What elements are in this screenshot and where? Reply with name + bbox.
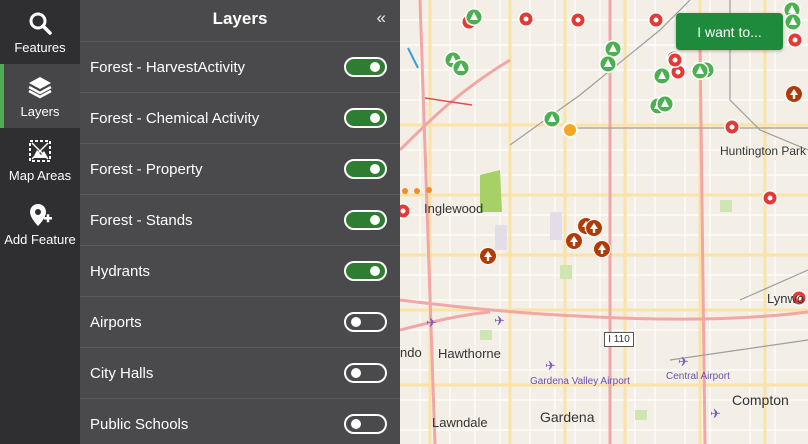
layer-visibility-toggle[interactable] [344, 108, 387, 128]
rail-label-layers: Layers [20, 103, 60, 119]
toggle-knob [370, 62, 380, 72]
layer-visibility-toggle[interactable] [344, 210, 387, 230]
hydrant-marker[interactable] [762, 190, 778, 206]
hydrant-marker[interactable] [518, 11, 534, 27]
layer-label: Forest - Property [90, 160, 203, 178]
toggle-knob [370, 113, 380, 123]
place-label-ndo: ndo [400, 345, 422, 360]
layer-visibility-toggle[interactable] [344, 57, 387, 77]
toggle-knob [370, 164, 380, 174]
toggle-knob [351, 368, 361, 378]
layer-label: City Halls [90, 364, 154, 382]
place-label-huntington-park: Huntington Park [720, 144, 807, 158]
airport-label-gardena-valley: Gardena Valley Airport [530, 376, 630, 387]
add-location-icon [30, 203, 52, 226]
property-marker[interactable] [785, 85, 803, 103]
layer-row: Airports [80, 296, 400, 347]
layer-row: Public Schools [80, 398, 400, 444]
rail-item-add-feature[interactable]: Add Feature [0, 192, 80, 256]
place-label-hawthorne: Hawthorne [438, 346, 501, 361]
panel-title: Layers [212, 9, 268, 28]
rail-label-map-areas: Map Areas [8, 167, 72, 183]
layer-visibility-toggle[interactable] [344, 261, 387, 281]
layer-visibility-toggle[interactable] [344, 363, 387, 383]
hydrant-marker[interactable] [724, 119, 740, 135]
hydrant-marker[interactable] [787, 32, 803, 48]
layer-label: Forest - Chemical Activity [90, 109, 260, 127]
map-view[interactable]: ✈ ✈ ✈ ✈ ✈ Inglewood ndo Hawthorne Lawndale… [400, 0, 808, 444]
forest-stand-marker[interactable] [543, 110, 561, 128]
rail-item-layers[interactable]: Layers [0, 64, 80, 128]
layer-row: Hydrants [80, 245, 400, 296]
toggle-knob [370, 266, 380, 276]
layer-row: Forest - Property [80, 143, 400, 194]
layer-row: Forest - Chemical Activity [80, 92, 400, 143]
place-label-compton: Compton [732, 392, 789, 408]
layer-row: Forest - Stands [80, 194, 400, 245]
forest-stand-marker[interactable] [653, 67, 671, 85]
forest-stand-marker[interactable] [465, 8, 483, 26]
layer-row: Forest - HarvestActivity [80, 41, 400, 92]
layer-label: Forest - HarvestActivity [90, 58, 246, 76]
rail-item-map-areas[interactable]: Map Areas [0, 128, 80, 192]
rail-label-features: Features [14, 39, 66, 55]
forest-stand-marker[interactable] [784, 13, 802, 31]
property-marker[interactable] [565, 232, 583, 250]
icon-rail: Features Layers Map Areas Add Feature [0, 0, 80, 444]
layers-panel: Layers « Forest - HarvestActivity Forest … [80, 0, 400, 444]
toggle-knob [351, 317, 361, 327]
property-marker[interactable] [585, 219, 603, 237]
place-label-gardena: Gardena [540, 409, 595, 425]
layer-label: Public Schools [90, 415, 189, 433]
forest-stand-marker[interactable] [656, 95, 674, 113]
layer-label: Hydrants [90, 262, 151, 280]
panel-header: Layers « [80, 0, 400, 38]
search-icon [29, 12, 52, 35]
layer-visibility-toggle[interactable] [344, 159, 387, 179]
forest-stand-marker[interactable] [599, 55, 617, 73]
place-label-inglewood: Inglewood [424, 201, 484, 216]
layer-row: City Halls [80, 347, 400, 398]
highlighted-feature-marker[interactable] [562, 122, 578, 138]
rail-item-features[interactable]: Features [0, 0, 80, 64]
i-want-to-button[interactable]: I want to... [676, 13, 783, 50]
forest-stand-marker[interactable] [691, 62, 709, 80]
property-marker[interactable] [593, 240, 611, 258]
hydrant-marker[interactable] [667, 52, 683, 68]
rail-label-add-feature: Add Feature [4, 231, 76, 247]
toggle-knob [370, 215, 380, 225]
toggle-knob [351, 419, 361, 429]
map-areas-icon [29, 139, 51, 162]
airport-label-central: Central Airport [666, 371, 730, 382]
collapse-panel-button[interactable]: « [377, 8, 386, 28]
place-label-lawndale: Lawndale [432, 415, 488, 430]
hydrant-marker[interactable] [648, 12, 664, 28]
forest-stand-marker[interactable] [452, 59, 470, 77]
layer-label: Airports [90, 313, 142, 331]
layer-visibility-toggle[interactable] [344, 312, 387, 332]
layers-icon [28, 76, 52, 98]
layer-visibility-toggle[interactable] [344, 414, 387, 434]
highway-shield-i110: I 110 [604, 332, 634, 347]
hydrant-marker[interactable] [570, 12, 586, 28]
place-label-lynwood: Lynwo [767, 291, 805, 306]
property-marker[interactable] [479, 247, 497, 265]
layer-label: Forest - Stands [90, 211, 193, 229]
hydrant-marker[interactable] [400, 203, 411, 219]
